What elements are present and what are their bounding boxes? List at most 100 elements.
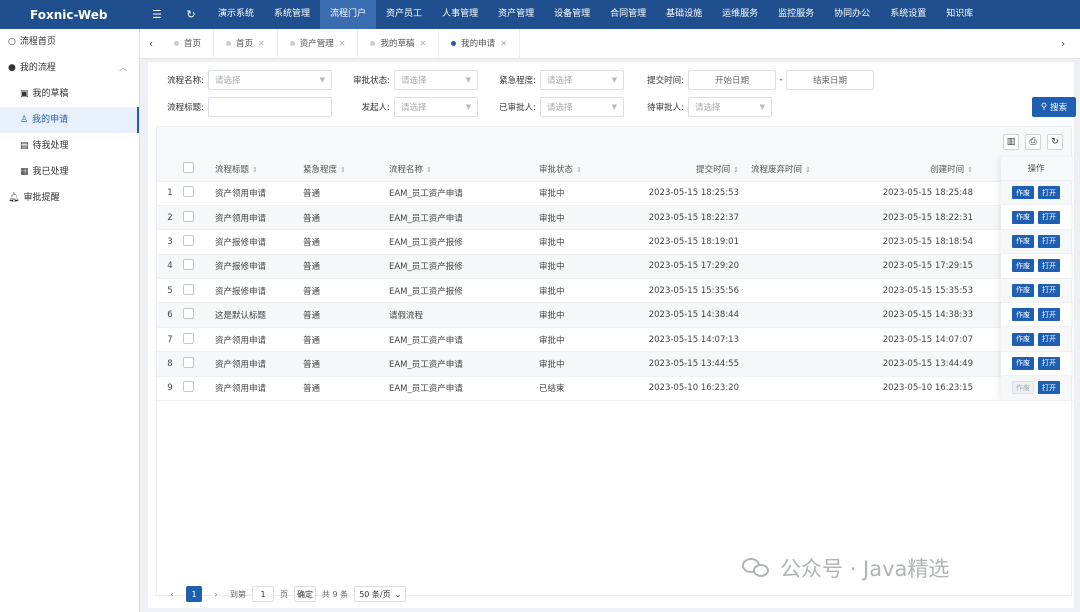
- process-name-select[interactable]: 请选择 ▼: [208, 70, 332, 90]
- row-checkbox[interactable]: [183, 356, 194, 368]
- topnav-item[interactable]: 系统管理: [264, 0, 320, 29]
- tab-asset-management[interactable]: 资产管理 ✕: [278, 28, 359, 59]
- topnav-item[interactable]: 流程门户: [320, 0, 377, 29]
- col-header-process-name[interactable]: 流程名称 ⇕: [389, 157, 539, 182]
- refresh-icon[interactable]: ↻: [1047, 134, 1063, 150]
- void-button[interactable]: 作废: [1012, 186, 1034, 200]
- menu-icon[interactable]: ☰: [140, 8, 174, 21]
- close-icon[interactable]: ✕: [419, 29, 426, 59]
- table-row[interactable]: 5 资产报修申请 普通 EAM_员工资产报修 审批中 2023-05-15 15:35:5…: [157, 278, 1073, 304]
- table-row[interactable]: 7 资产领用申请 普通 EAM_员工资产申请 审批中 2023-05-15 14:07:1…: [157, 327, 1073, 353]
- urgency-select[interactable]: 请选择 ▼: [540, 70, 624, 90]
- sort-icon[interactable]: ⇕: [426, 166, 432, 174]
- open-button[interactable]: 打开: [1038, 356, 1060, 370]
- refresh-icon[interactable]: ↻: [174, 8, 208, 21]
- start-date-input[interactable]: 开始日期: [688, 70, 776, 90]
- sidebar-item-my-applications[interactable]: ♙ 我的申请: [0, 107, 139, 133]
- col-header-status[interactable]: 审批状态 ⇕: [539, 157, 635, 182]
- process-title-input[interactable]: [208, 97, 332, 117]
- topnav-item[interactable]: 设备管理: [544, 0, 600, 29]
- open-button[interactable]: 打开: [1038, 259, 1060, 273]
- table-row[interactable]: 6 这是默认标题 普通 请假流程 审批中 2023-05-15 14:38:44 2023-…: [157, 302, 1073, 328]
- row-checkbox[interactable]: [183, 259, 194, 271]
- sidebar-item-todo[interactable]: ▤ 待我处理: [0, 133, 139, 159]
- sort-icon[interactable]: ⇕: [805, 166, 811, 174]
- void-button[interactable]: 作废: [1012, 356, 1034, 370]
- topnav-item[interactable]: 运维服务: [712, 0, 768, 29]
- columns-filter-icon[interactable]: ▥: [1003, 134, 1019, 150]
- tab-my-applications[interactable]: 我的申请 ✕: [439, 28, 520, 59]
- row-checkbox[interactable]: [183, 308, 194, 320]
- col-header-create-time[interactable]: 创建时间 ⇕: [839, 157, 979, 182]
- tab-home[interactable]: 首页: [162, 28, 215, 59]
- row-checkbox[interactable]: [183, 381, 194, 393]
- void-button[interactable]: 作废: [1012, 308, 1034, 322]
- topnav-item[interactable]: 演示系统: [208, 0, 264, 29]
- page-size-select[interactable]: 50 条/页 ⌄: [354, 586, 407, 602]
- void-button[interactable]: 作废: [1012, 259, 1034, 273]
- initiator-select[interactable]: 请选择 ▼: [394, 97, 478, 117]
- void-button[interactable]: 作废: [1012, 283, 1034, 297]
- confirm-page-button[interactable]: 确定: [294, 586, 316, 602]
- topnav-item[interactable]: 基础设施: [656, 0, 712, 29]
- open-button[interactable]: 打开: [1038, 283, 1060, 297]
- sidebar-item-flow-home[interactable]: ○ 流程首页: [0, 29, 139, 55]
- topnav-item[interactable]: 系统设置: [880, 0, 936, 29]
- page-current[interactable]: 1: [186, 586, 202, 602]
- void-button[interactable]: 作废: [1012, 381, 1034, 395]
- sidebar-item-my-flows[interactable]: ● 我的流程 ︿: [0, 55, 139, 81]
- tab-scroll-right-icon[interactable]: ›: [1052, 37, 1074, 50]
- open-button[interactable]: 打开: [1038, 381, 1060, 395]
- col-header-submit-time[interactable]: 提交时间 ⇕: [635, 157, 745, 182]
- table-row[interactable]: 4 资产报修申请 普通 EAM_员工资产报修 审批中 2023-05-15 17:29:2…: [157, 254, 1073, 280]
- select-all-checkbox[interactable]: [183, 161, 194, 173]
- approved-by-select[interactable]: 请选择 ▼: [540, 97, 624, 117]
- void-button[interactable]: 作废: [1012, 210, 1034, 224]
- col-header-abandon-time[interactable]: 流程废弃时间 ⇕: [745, 157, 839, 182]
- search-button[interactable]: ⚲ 搜索: [1032, 97, 1076, 117]
- void-button[interactable]: 作废: [1012, 234, 1034, 248]
- end-date-input[interactable]: 结束日期: [786, 70, 874, 90]
- open-button[interactable]: 打开: [1038, 210, 1060, 224]
- row-checkbox[interactable]: [183, 332, 194, 344]
- close-icon[interactable]: ✕: [500, 29, 507, 59]
- table-row[interactable]: 2 资产领用申请 普通 EAM_员工资产申请 审批中 2023-05-15 18:22:3…: [157, 205, 1073, 231]
- approval-status-select[interactable]: 请选择 ▼: [394, 70, 478, 90]
- topnav-item[interactable]: 资产员工: [376, 0, 432, 29]
- table-row[interactable]: 8 资产领用申请 普通 EAM_员工资产申请 审批中 2023-05-15 13:44:5…: [157, 351, 1073, 377]
- topnav-item[interactable]: 合同管理: [600, 0, 656, 29]
- table-row[interactable]: 1 资产领用申请 普通 EAM_员工资产申请 审批中 2023-05-15 18:25:5…: [157, 181, 1073, 206]
- sort-icon[interactable]: ⇕: [576, 166, 582, 174]
- sort-icon[interactable]: ⇕: [733, 166, 739, 174]
- close-icon[interactable]: ✕: [339, 29, 346, 59]
- open-button[interactable]: 打开: [1038, 234, 1060, 248]
- print-icon[interactable]: ⎙: [1025, 134, 1041, 150]
- tab-my-drafts[interactable]: 我的草稿 ✕: [358, 28, 440, 59]
- row-checkbox[interactable]: [183, 234, 194, 246]
- open-button[interactable]: 打开: [1038, 308, 1060, 322]
- pending-approver-select[interactable]: 请选择 ▼: [688, 97, 772, 117]
- close-icon[interactable]: ✕: [258, 29, 265, 59]
- topnav-item[interactable]: 监控服务: [768, 0, 824, 29]
- sidebar-item-my-drafts[interactable]: ▣ 我的草稿: [0, 81, 139, 107]
- tab-scroll-left-icon[interactable]: ‹: [140, 37, 162, 50]
- topnav-item[interactable]: 知识库: [936, 0, 983, 29]
- open-button[interactable]: 打开: [1038, 186, 1060, 200]
- next-page-icon[interactable]: ›: [208, 586, 224, 602]
- row-checkbox[interactable]: [183, 186, 194, 198]
- tab-home-2[interactable]: 首页 ✕: [214, 28, 278, 59]
- sidebar-item-done[interactable]: ▦ 我已处理: [0, 159, 139, 185]
- col-header-title[interactable]: 流程标题 ⇕: [215, 157, 303, 182]
- page-number-input[interactable]: 1: [252, 586, 274, 602]
- table-row[interactable]: 3 资产报修申请 普通 EAM_员工资产报修 审批中 2023-05-15 18:19:0…: [157, 229, 1073, 255]
- col-header-urgency[interactable]: 紧急程度 ⇕: [303, 157, 389, 182]
- row-checkbox[interactable]: [183, 210, 194, 222]
- sidebar-item-approval-reminder[interactable]: 🔔︎ 审批提醒: [0, 185, 139, 211]
- topnav-item[interactable]: 人事管理: [432, 0, 488, 29]
- sort-icon[interactable]: ⇕: [252, 166, 258, 174]
- void-button[interactable]: 作废: [1012, 332, 1034, 346]
- topnav-item[interactable]: 协同办公: [824, 0, 880, 29]
- row-checkbox[interactable]: [183, 283, 194, 295]
- topnav-item[interactable]: 资产管理: [488, 0, 544, 29]
- sort-icon[interactable]: ⇕: [967, 166, 973, 174]
